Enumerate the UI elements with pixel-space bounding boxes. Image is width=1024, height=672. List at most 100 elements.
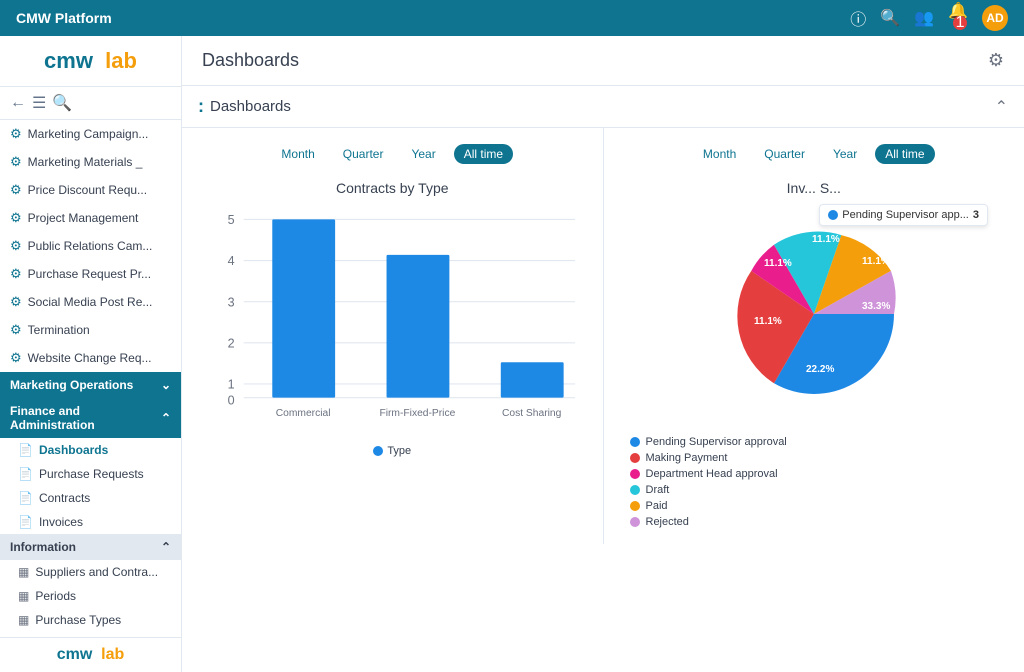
label-11-1: 11.1% [754, 316, 782, 327]
back-icon[interactable]: ← [10, 94, 26, 112]
year-filter-btn[interactable]: Year [401, 144, 445, 164]
notification-badge: 1 [953, 16, 967, 30]
document-icon: 📄 [18, 443, 33, 457]
workflow-icon: ⚙ [10, 210, 22, 226]
sidebar-item-purchase-requests[interactable]: 📄 Purchase Requests [0, 462, 181, 486]
sidebar-item-termination[interactable]: ⚙ Termination [0, 316, 181, 344]
charts-row: Month Quarter Year All time Contracts by… [182, 128, 1024, 544]
sidebar-item-project-management[interactable]: ⚙ Project Management [0, 204, 181, 232]
legend-dept-head: Department Head approval [630, 468, 999, 480]
chart2-title: Inv... S... [620, 180, 1009, 196]
quarter-filter-btn[interactable]: Quarter [333, 144, 394, 164]
label-11-4: 11.1% [862, 256, 890, 267]
pie-legend: Pending Supervisor approval Making Payme… [620, 436, 1009, 528]
legend-paid: Paid [630, 500, 999, 512]
month-filter-btn2[interactable]: Month [693, 144, 746, 164]
users-icon[interactable]: 👥 [914, 8, 934, 28]
svg-text:Commercial: Commercial [276, 408, 331, 419]
dashboards-panel: Dashboards ⌃ Month Quarter Year All time… [182, 86, 1024, 672]
sidebar-item-invoices[interactable]: 📄 Invoices [0, 510, 181, 534]
search-icon[interactable]: 🔍 [880, 8, 900, 28]
topbar: CMW Platform ⓘ 🔍 👥 🔔 1 AD [0, 0, 1024, 36]
sidebar-item-purchase-types[interactable]: ▦ Purchase Types [0, 608, 181, 632]
time-filters-chart2: Month Quarter Year All time [620, 144, 1009, 164]
workflow-icon: ⚙ [10, 238, 22, 254]
bar-cost-sharing [501, 362, 564, 397]
sidebar-item-public-relations[interactable]: ⚙ Public Relations Cam... [0, 232, 181, 260]
workflow-icon: ⚙ [10, 154, 22, 170]
alltime-filter-btn[interactable]: All time [454, 144, 513, 164]
chart1-legend: Type [198, 445, 587, 457]
chart-invoice-status: Month Quarter Year All time Inv... S... … [604, 128, 1024, 544]
time-filters-chart1: Month Quarter Year All time [198, 144, 587, 164]
sidebar-item-price-discount[interactable]: ⚙ Price Discount Requ... [0, 176, 181, 204]
svg-text:5: 5 [228, 213, 235, 227]
workflow-icon: ⚙ [10, 350, 22, 366]
panel-title: Dashboards [198, 96, 291, 117]
legend-type: Type [373, 445, 411, 457]
label-11-3: 11.1% [812, 234, 840, 245]
chart-contracts-by-type: Month Quarter Year All time Contracts by… [182, 128, 604, 544]
table-icon: ▦ [18, 589, 29, 603]
table-icon: ▦ [18, 613, 29, 627]
chevron-up-icon: ⌃ [161, 411, 171, 425]
svg-text:1: 1 [228, 378, 235, 392]
workflow-icon: ⚙ [10, 322, 22, 338]
svg-text:3: 3 [228, 295, 235, 309]
legend-draft: Draft [630, 484, 999, 496]
chart1-title: Contracts by Type [198, 180, 587, 196]
bell-icon[interactable]: 🔔 1 [948, 1, 968, 35]
sidebar-item-purchase-request[interactable]: ⚙ Purchase Request Pr... [0, 260, 181, 288]
section-finance-administration[interactable]: Finance and Administration ⌃ [0, 398, 181, 438]
collapse-icon[interactable]: ⌃ [995, 97, 1008, 117]
sidebar-logo: cmw lab [0, 36, 181, 87]
svg-text:Cost Sharing: Cost Sharing [502, 408, 562, 419]
document-icon: 📄 [18, 467, 33, 481]
topbar-icons: ⓘ 🔍 👥 🔔 1 AD [850, 1, 1008, 35]
avatar[interactable]: AD [982, 5, 1008, 31]
workflow-icon: ⚙ [10, 266, 22, 282]
workflow-icon: ⚙ [10, 182, 22, 198]
month-filter-btn[interactable]: Month [271, 144, 324, 164]
pie-chart-area: 33.3% 22.2% 11.1% 11.1% 11.1% 11.1% [620, 214, 1009, 414]
sidebar-item-social-media[interactable]: ⚙ Social Media Post Re... [0, 288, 181, 316]
chevron-down-icon: ⌄ [161, 378, 171, 392]
quarter-filter-btn2[interactable]: Quarter [754, 144, 815, 164]
sidebar-item-periods[interactable]: ▦ Periods [0, 584, 181, 608]
alltime-filter-btn2[interactable]: All time [875, 144, 934, 164]
document-icon: 📄 [18, 491, 33, 505]
svg-text:Firm-Fixed-Price: Firm-Fixed-Price [379, 408, 455, 419]
legend-rejected: Rejected [630, 516, 999, 528]
section-information[interactable]: Information ⌃ [0, 534, 181, 560]
table-icon: ▦ [18, 565, 29, 579]
app-layout: cmw lab ← ☰ 🔍 ⚙ Marketing Campaign... ⚙ … [0, 36, 1024, 672]
logo-lab: lab [105, 48, 137, 73]
document-icon: 📄 [18, 515, 33, 529]
search-icon-sidebar[interactable]: 🔍 [52, 93, 72, 113]
svg-text:0: 0 [228, 394, 235, 408]
section-marketing-operations[interactable]: Marketing Operations ⌄ [0, 372, 181, 398]
sidebar-item-marketing-materials[interactable]: ⚙ Marketing Materials _ [0, 148, 181, 176]
label-11-2: 11.1% [764, 258, 792, 269]
list-icon[interactable]: ☰ [32, 93, 46, 113]
svg-text:4: 4 [228, 254, 235, 268]
help-icon[interactable]: ⓘ [850, 6, 866, 30]
sidebar-item-marketing-campaign[interactable]: ⚙ Marketing Campaign... [0, 120, 181, 148]
settings-icon[interactable]: ⚙ [988, 50, 1004, 71]
main-header: Dashboards ⚙ [182, 36, 1024, 86]
sidebar-list: ⚙ Marketing Campaign... ⚙ Marketing Mate… [0, 120, 181, 637]
sidebar-footer: cmw lab [0, 637, 181, 672]
bar-commercial [272, 219, 335, 397]
label-22: 22.2% [806, 364, 834, 375]
sidebar-item-website-change[interactable]: ⚙ Website Change Req... [0, 344, 181, 372]
sidebar-item-contracts[interactable]: 📄 Contracts [0, 486, 181, 510]
year-filter-btn2[interactable]: Year [823, 144, 867, 164]
sidebar-item-dashboards[interactable]: 📄 Dashboards [0, 438, 181, 462]
sidebar-item-suppliers[interactable]: ▦ Suppliers and Contra... [0, 560, 181, 584]
workflow-icon: ⚙ [10, 294, 22, 310]
chevron-up-icon: ⌃ [161, 540, 171, 554]
panel-header: Dashboards ⌃ [182, 86, 1024, 128]
sidebar-nav: ← ☰ 🔍 [0, 87, 181, 120]
sidebar: cmw lab ← ☰ 🔍 ⚙ Marketing Campaign... ⚙ … [0, 36, 182, 672]
logo-cmw: cmw [44, 48, 93, 73]
